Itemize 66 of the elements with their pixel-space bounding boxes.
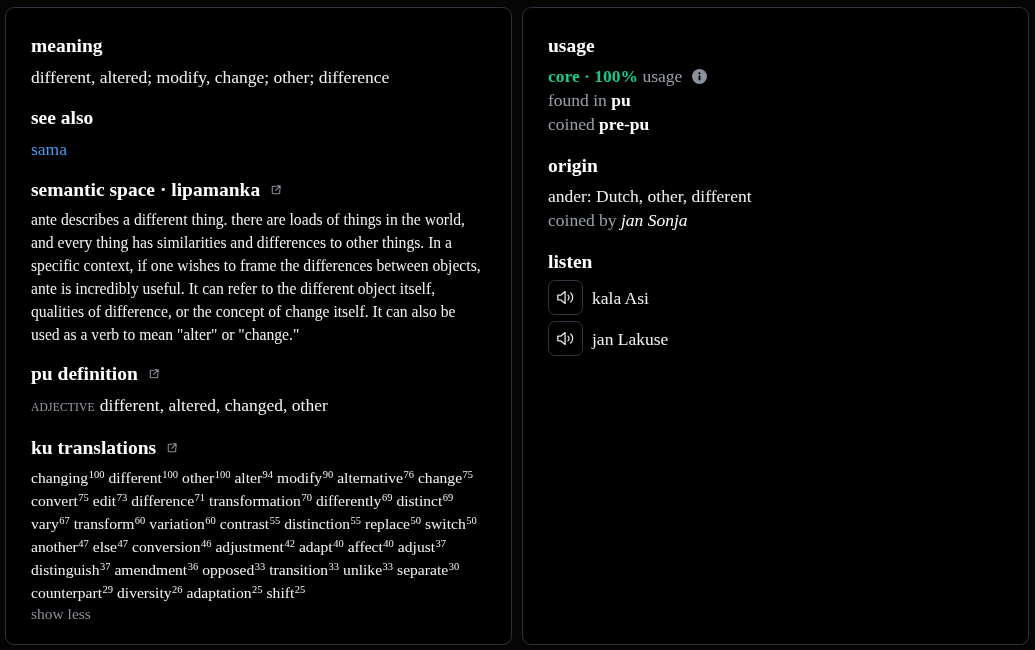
related-word-link[interactable]: sama: [31, 136, 67, 162]
section-heading: pu definition: [31, 362, 138, 386]
play-audio-button[interactable]: [548, 321, 583, 356]
play-audio-button[interactable]: [548, 280, 583, 315]
usage-rating-text: core · 100% usage: [548, 65, 683, 88]
show-less-link[interactable]: show less: [31, 604, 91, 624]
translation-term: adjust$^{37}$: [397, 537, 447, 557]
translation-term: variation$^{60}$: [149, 514, 216, 534]
translation-term: transition$^{33}$: [269, 560, 340, 580]
translation-term: affect$^{40}$: [347, 537, 394, 557]
translation-term: edit$^{73}$: [92, 491, 128, 511]
translation-term: diversity$^{26}$: [117, 583, 183, 603]
fact-text: coined pre-pu: [548, 113, 650, 136]
translation-term: opposed$^{33}$: [202, 560, 266, 580]
translation-term: distinct$^{69}$: [396, 491, 454, 511]
section-heading: usage: [548, 34, 595, 58]
speaker-name: kala Asi: [592, 286, 649, 310]
translation-term: convert$^{75}$: [31, 491, 89, 511]
etymology-text: ander: Dutch, other, different: [548, 185, 752, 208]
translation-term: shift$^{25}$: [266, 583, 306, 603]
translation-term: separate$^{30}$: [397, 560, 460, 580]
meaning-text: different, altered; modify, change; other; difference: [31, 66, 391, 89]
translation-term: modify$^{90}$: [277, 468, 334, 488]
translation-term: vary$^{67}$: [31, 514, 70, 534]
speaker-name: jan Lakuse: [592, 327, 669, 351]
translation-term: distinguish$^{37}$: [31, 560, 111, 580]
external-link-icon[interactable]: [270, 184, 283, 196]
external-link-icon[interactable]: [166, 442, 179, 454]
section-heading: ku translations: [31, 436, 157, 460]
translation-term: replace$^{50}$: [365, 514, 421, 534]
translation-term: other$^{100}$: [182, 468, 231, 488]
description-paragraph: ante describes a different thing. there are loads of things in the world, and every thing has similarities and differences to other things. In a specific context, if one wishes to frame the differences between objects, ante is incredibly useful. It can refer to the different object itself, qualities of difference, or the concept of change itself. It can also be used as a verb to mean "alter" or "change.": [31, 210, 482, 346]
speaker-icon: [555, 330, 576, 347]
translation-term: differently$^{69}$: [315, 491, 393, 511]
speaker-icon: [555, 289, 576, 306]
translation-term: adjustment$^{42}$: [215, 537, 295, 557]
translation-term: difference$^{71}$: [131, 491, 206, 511]
translation-term: changing$^{100}$: [31, 468, 105, 488]
translation-term: distinction$^{55}$: [284, 514, 361, 534]
translation-term: transform$^{60}$: [73, 514, 146, 534]
translation-term: another$^{47}$: [31, 537, 89, 557]
definition-text: different, altered, changed, other: [99, 394, 328, 417]
translation-term: conversion$^{46}$: [132, 537, 212, 557]
translation-term: unlike$^{33}$: [343, 560, 394, 580]
translation-term: alter$^{94}$: [234, 468, 274, 488]
translation-term: else$^{47}$: [92, 537, 128, 557]
translation-term: counterpart$^{29}$: [31, 583, 113, 603]
translation-term: change$^{75}$: [417, 468, 474, 488]
external-link-icon[interactable]: [147, 368, 160, 380]
fact-text: coined by jan Sonja: [548, 209, 688, 232]
part-of-speech-label: ADJECTIVE: [31, 400, 95, 415]
translation-term: alternative$^{76}$: [337, 468, 414, 488]
translation-term: transformation$^{70}$: [209, 491, 312, 511]
section-heading: origin: [548, 154, 598, 178]
section-heading: listen: [548, 250, 593, 274]
info-icon[interactable]: [692, 68, 708, 84]
translation-term: contrast$^{55}$: [219, 514, 281, 534]
translation-term: different$^{100}$: [108, 468, 179, 488]
translation-term: adaptation$^{25}$: [186, 583, 263, 603]
translation-term: adapt$^{40}$: [298, 537, 344, 557]
section-heading: meaning: [31, 34, 103, 58]
translation-term: switch$^{50}$: [425, 514, 477, 534]
section-heading: see also: [31, 106, 94, 130]
translation-term: amendment$^{36}$: [114, 560, 199, 580]
section-heading: semantic space · lipamanka: [31, 178, 261, 202]
fact-text: found in pu: [548, 89, 631, 112]
